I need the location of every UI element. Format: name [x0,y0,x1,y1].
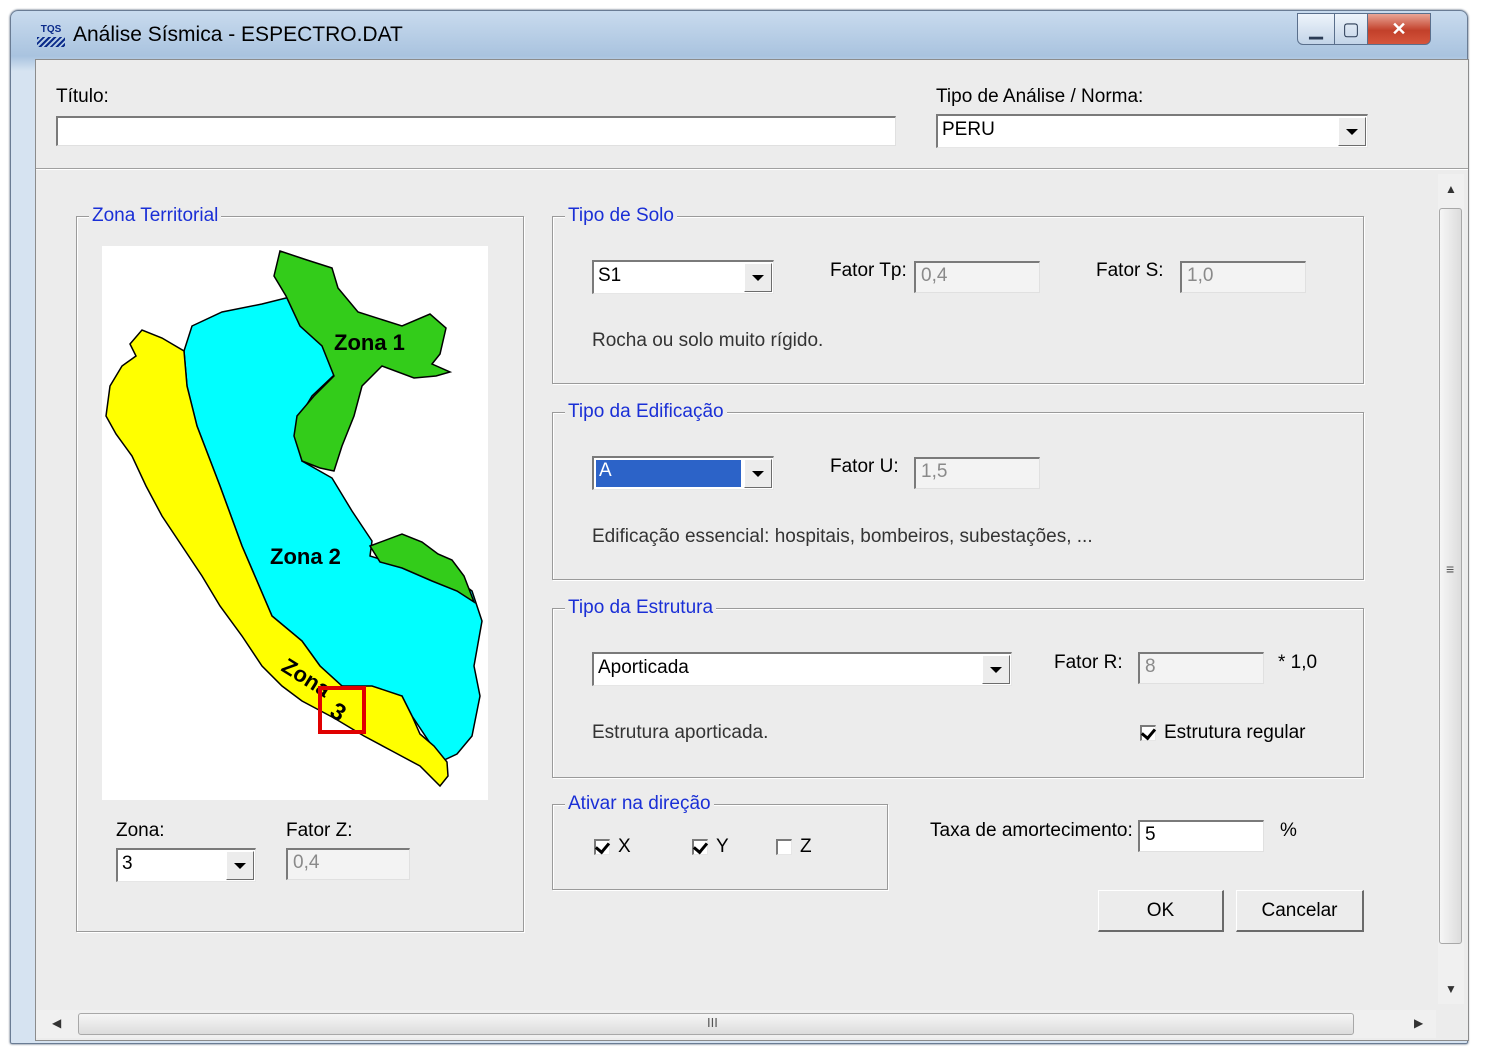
tipo-estrutura-value: Aporticada [598,657,689,678]
close-button[interactable]: ✕ [1367,13,1431,45]
cancel-button[interactable]: Cancelar [1236,890,1364,932]
tipo-solo-legend: Tipo de Solo [565,205,677,227]
estrutura-regular-label: Estrutura regular [1164,722,1306,743]
fator-r-label: Fator R: [1054,652,1123,673]
ok-button[interactable]: OK [1098,890,1224,932]
horizontal-scroll-thumb[interactable]: III [78,1013,1354,1035]
chevron-down-icon[interactable] [744,459,772,488]
fator-z-label: Fator Z: [286,820,353,841]
scroll-down-icon[interactable]: ▼ [1445,982,1457,996]
minimize-button[interactable]: ▁ [1297,13,1335,45]
chevron-down-icon[interactable] [744,263,772,292]
tipo-solo-select[interactable]: S1 [592,260,774,294]
checkbox-checked-icon[interactable] [594,839,610,855]
fator-z-field: 0,4 [286,848,410,880]
checkbox-checked-icon[interactable] [1140,725,1156,741]
zona-territorial-legend: Zona Territorial [89,205,222,227]
close-icon: ✕ [1391,18,1407,39]
fator-tp-label: Fator Tp: [830,260,907,281]
zona1-map-label: Zona 1 [334,330,405,355]
chevron-down-icon[interactable] [226,851,254,880]
tipo-analise-select[interactable]: PERU [936,114,1368,148]
tipo-solo-group: Tipo de Solo [552,205,1364,384]
fator-s-field: 1,0 [1180,261,1306,293]
scroll-left-icon[interactable]: ◀ [52,1016,61,1030]
tipo-edificacao-value: A [596,460,741,487]
direcao-x-label: X [618,836,631,857]
direcao-y-label: Y [716,836,729,857]
tipo-edificacao-select[interactable]: A [592,456,774,490]
tipo-estrutura-group: Tipo da Estrutura [552,597,1364,778]
chevron-down-icon[interactable] [1338,117,1366,146]
maximize-button[interactable]: ▢ [1334,13,1368,45]
direcao-z-checkbox[interactable]: Z [776,836,812,858]
tipo-estrutura-select[interactable]: Aporticada [592,652,1012,686]
checkbox-checked-icon[interactable] [692,839,708,855]
tipo-edificacao-group: Tipo da Edificação [552,401,1364,580]
fator-u-field: 1,5 [914,457,1040,489]
dialog-window: TQS Análise Sísmica - ESPECTRO.DAT ▁ ▢ ✕… [10,10,1469,1044]
chevron-down-icon[interactable] [982,655,1010,684]
tqs-app-icon: TQS [37,25,65,51]
tipo-analise-value: PERU [942,119,995,140]
maximize-icon: ▢ [1342,18,1360,39]
fator-r-multiplier: * 1,0 [1278,652,1318,673]
peru-seismic-zone-map: Zona 1 Zona 2 Zona 3 [102,246,488,800]
fator-r-field: 8 [1138,652,1264,684]
dialog-client-area: Título: Tipo de Análise / Norma: PERU Zo… [35,59,1469,1041]
zona-value: 3 [122,853,133,874]
zona2-map-label: Zona 2 [270,544,341,569]
tipo-edificacao-legend: Tipo da Edificação [565,401,727,423]
direcao-x-checkbox[interactable]: X [594,836,631,858]
tipo-estrutura-legend: Tipo da Estrutura [565,597,717,619]
tipo-estrutura-description: Estrutura aporticada. [592,722,769,743]
tipo-solo-value: S1 [598,265,622,286]
scroll-up-icon[interactable]: ▲ [1445,182,1457,196]
titulo-input[interactable] [56,116,896,146]
peru-map-image: Zona 1 Zona 2 Zona 3 [105,250,483,788]
header-separator [36,168,1468,170]
fator-s-label: Fator S: [1096,260,1164,281]
minimize-icon: ▁ [1309,18,1323,39]
hscroll-grip-icon: III [707,1015,718,1030]
scroll-grip-icon: ≡ [1446,561,1455,577]
tipo-edificacao-description: Edificação essencial: hospitais, bombeir… [592,526,1093,547]
window-title: Análise Sísmica - ESPECTRO.DAT [73,23,403,46]
direcao-z-label: Z [800,836,812,857]
tipo-analise-label: Tipo de Análise / Norma: [936,86,1144,107]
vertical-scroll-thumb[interactable]: ≡ [1439,208,1462,944]
titulo-label: Título: [56,86,109,107]
ativar-direcao-legend: Ativar na direção [565,793,714,815]
amortecimento-label: Taxa de amortecimento: [930,820,1133,841]
tipo-solo-description: Rocha ou solo muito rígido. [592,330,824,351]
direcao-y-checkbox[interactable]: Y [692,836,729,858]
scroll-right-icon[interactable]: ▶ [1414,1016,1423,1030]
title-bar[interactable]: TQS Análise Sísmica - ESPECTRO.DAT ▁ ▢ ✕ [11,11,1467,59]
zona-label: Zona: [116,820,165,841]
horizontal-scrollbar[interactable]: ◀ III ▶ [36,1010,1436,1038]
estrutura-regular-checkbox[interactable]: Estrutura regular [1140,722,1306,744]
amortecimento-unit: % [1280,820,1297,841]
fator-u-label: Fator U: [830,456,899,477]
checkbox-unchecked-icon[interactable] [776,839,792,855]
vertical-scrollbar[interactable]: ▲ ≡ ▼ [1438,174,1464,1004]
fator-tp-field: 0,4 [914,261,1040,293]
zona-select[interactable]: 3 [116,848,256,882]
amortecimento-input[interactable]: 5 [1138,820,1264,852]
